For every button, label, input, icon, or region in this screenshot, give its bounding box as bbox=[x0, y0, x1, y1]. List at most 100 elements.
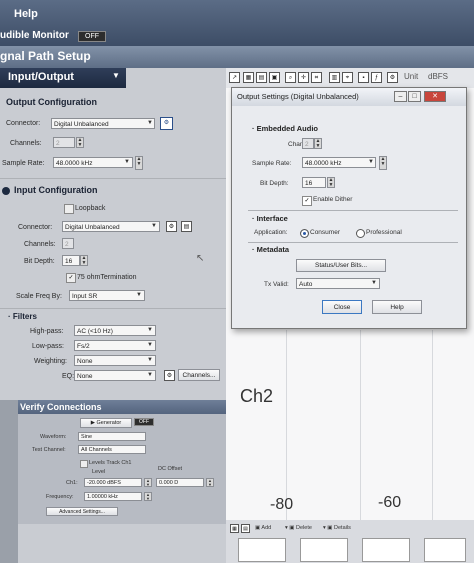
output-connector-label: Connector: bbox=[6, 120, 41, 127]
dither-checkbox[interactable]: ✓ bbox=[302, 196, 312, 206]
test-channel-select[interactable]: All Channels bbox=[78, 445, 146, 454]
print-icon[interactable]: ▣ bbox=[269, 72, 280, 83]
settings-icon[interactable]: ⚙ bbox=[164, 370, 175, 381]
scale-freq-label: Scale Freq By: bbox=[16, 293, 62, 300]
close-icon[interactable]: ✕ bbox=[424, 91, 446, 102]
ch1-label: Ch1: bbox=[66, 480, 78, 486]
termination-label: 75 ohmTermination bbox=[77, 274, 137, 281]
ch1-dc-field[interactable]: 0.000 D bbox=[156, 478, 204, 487]
menu-help[interactable]: Help bbox=[14, 8, 38, 20]
thumbnail[interactable] bbox=[238, 538, 286, 562]
add-button[interactable]: ▣ Add bbox=[255, 525, 271, 531]
function-icon[interactable]: ƒ bbox=[371, 72, 382, 83]
consumer-radio[interactable] bbox=[300, 229, 309, 238]
channels-button[interactable]: Channels... bbox=[178, 369, 220, 381]
loopback-label: Loopback bbox=[75, 205, 106, 212]
ch1-level-field[interactable]: -20.000 dBFS bbox=[84, 478, 142, 487]
unit-value[interactable]: dBFS bbox=[428, 72, 448, 81]
tx-valid-label: Tx Valid: bbox=[264, 281, 289, 288]
dialog-bit-depth-field[interactable]: 16 bbox=[302, 177, 326, 188]
dialog-sample-rate-stepper[interactable]: ▲ ▼ bbox=[379, 156, 387, 170]
frequency-stepper[interactable]: ▲ ▼ bbox=[144, 492, 152, 501]
generator-toggle[interactable]: OFF bbox=[134, 418, 154, 426]
output-sample-rate-label: Sample Rate: bbox=[2, 160, 45, 167]
advanced-settings-button[interactable]: Advanced Settings... bbox=[46, 507, 118, 516]
input-bit-depth-field[interactable]: 16 bbox=[62, 255, 80, 266]
thumbnail[interactable] bbox=[362, 538, 410, 562]
thumbnail[interactable] bbox=[300, 538, 348, 562]
list-icon[interactable]: ▤ bbox=[241, 524, 250, 533]
highpass-select[interactable]: AC (<10 Hz) bbox=[74, 325, 156, 336]
weighting-select[interactable]: None bbox=[74, 355, 156, 366]
highpass-label: High-pass: bbox=[30, 328, 64, 335]
embedded-audio-title: · Embedded Audio bbox=[252, 124, 318, 133]
settings-icon[interactable]: ⚙ bbox=[166, 221, 177, 232]
waveform-label: Waveform: bbox=[40, 434, 67, 440]
output-config-title: Output Configuration bbox=[6, 97, 97, 107]
input-connector-select[interactable]: Digital Unbalanced bbox=[62, 221, 160, 232]
zoom-icon[interactable]: ⌕ bbox=[285, 72, 296, 83]
eq-select[interactable]: None bbox=[74, 370, 156, 381]
close-button[interactable]: Close bbox=[322, 300, 362, 314]
fit-icon[interactable]: ⌗ bbox=[311, 72, 322, 83]
frequency-field[interactable]: 1.00000 kHz bbox=[84, 492, 142, 501]
panel-icon[interactable]: ▤ bbox=[181, 221, 192, 232]
dropdown-arrow-icon: ▼ bbox=[112, 71, 120, 80]
input-connector-label: Connector: bbox=[18, 224, 53, 231]
termination-checkbox[interactable]: ✓ bbox=[66, 273, 76, 283]
levels-track-checkbox[interactable] bbox=[80, 460, 88, 468]
output-channels-field: 2 bbox=[53, 137, 75, 148]
dialog-channels-field: 2 bbox=[302, 138, 314, 149]
export-icon[interactable]: ↗ bbox=[229, 72, 240, 83]
maximize-icon[interactable]: □ bbox=[408, 91, 421, 102]
cursor-icon[interactable]: ⌖ bbox=[342, 72, 353, 83]
divider bbox=[248, 242, 458, 243]
bit-depth-stepper[interactable]: ▲ ▼ bbox=[80, 255, 88, 266]
gear-icon[interactable]: ⚙ bbox=[387, 72, 398, 83]
collapse-icon[interactable] bbox=[2, 186, 10, 195]
pan-icon[interactable]: ✛ bbox=[298, 72, 309, 83]
weighting-label: Weighting: bbox=[34, 358, 67, 365]
dc-offset-label: DC Offset bbox=[158, 466, 183, 472]
gridline bbox=[286, 330, 287, 520]
scale-freq-select[interactable]: Input SR bbox=[69, 290, 145, 301]
help-button[interactable]: Help bbox=[372, 300, 422, 314]
chevron-down-icon: ▼ bbox=[147, 327, 153, 333]
loopback-checkbox[interactable] bbox=[64, 204, 74, 214]
tx-valid-select[interactable]: Auto bbox=[296, 278, 380, 289]
table-icon[interactable]: ▥ bbox=[329, 72, 340, 83]
professional-label: Professional bbox=[366, 229, 402, 236]
copy-icon[interactable]: ▤ bbox=[256, 72, 267, 83]
lowpass-select[interactable]: Fs/2 bbox=[74, 340, 156, 351]
grid-icon[interactable]: ▦ bbox=[230, 524, 239, 533]
left-strip bbox=[0, 400, 18, 563]
add-label: Add bbox=[261, 525, 272, 531]
save-icon[interactable]: ▦ bbox=[243, 72, 254, 83]
thumbnail[interactable] bbox=[424, 538, 466, 562]
dialog-sample-rate-select[interactable]: 48.0000 kHz bbox=[302, 157, 376, 168]
frequency-label: Frequency: bbox=[46, 494, 74, 500]
chevron-down-icon: ▼ bbox=[151, 223, 157, 229]
add-chart-icon[interactable]: ▪ bbox=[358, 72, 369, 83]
settings-icon[interactable]: ⚙ bbox=[160, 117, 173, 130]
generator-button[interactable]: ▶ Generator bbox=[80, 418, 132, 428]
chevron-down-icon: ▼ bbox=[371, 280, 377, 286]
ch1-dc-stepper[interactable]: ▲ ▼ bbox=[206, 478, 214, 487]
ch2-label: Ch2 bbox=[240, 386, 274, 406]
divider bbox=[248, 210, 458, 211]
output-sample-rate-select[interactable]: 48.0000 kHz bbox=[53, 157, 133, 168]
details-button[interactable]: ▾ ▣ Details bbox=[323, 525, 351, 531]
sample-rate-stepper[interactable]: ▲ ▼ bbox=[135, 156, 143, 170]
output-connector-select[interactable]: Digital Unbalanced bbox=[51, 118, 155, 129]
dialog-bit-depth-stepper[interactable]: ▲ ▼ bbox=[327, 177, 335, 188]
ch1-level-stepper[interactable]: ▲ ▼ bbox=[144, 478, 152, 487]
eq-label: EQ: bbox=[62, 373, 75, 380]
professional-radio[interactable] bbox=[356, 229, 365, 238]
audible-monitor-toggle[interactable]: OFF bbox=[78, 31, 106, 42]
input-output-label: Input/Output bbox=[8, 71, 74, 83]
waveform-select[interactable]: Sine bbox=[78, 432, 146, 441]
input-output-dropdown[interactable]: Input/Output ▼ bbox=[0, 68, 126, 88]
minimize-icon[interactable]: – bbox=[394, 91, 407, 102]
status-user-bits-button[interactable]: Status/User Bits... bbox=[296, 259, 386, 272]
delete-button[interactable]: ▾ ▣ Delete bbox=[285, 525, 312, 531]
